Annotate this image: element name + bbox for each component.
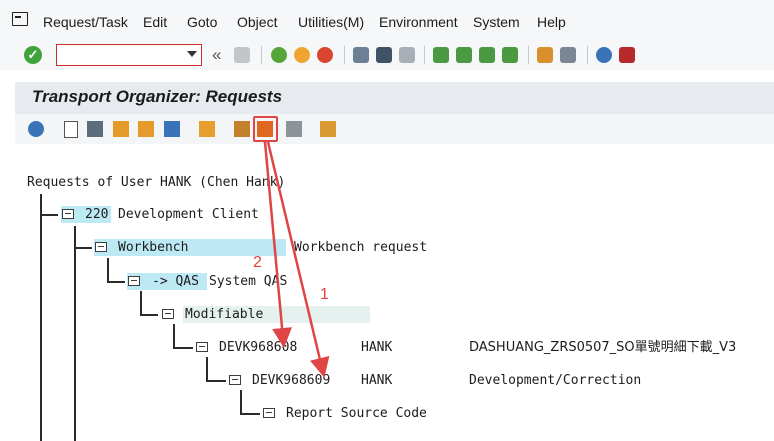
annotation-2: 2	[253, 254, 262, 271]
annotation-1: 1	[320, 286, 329, 303]
annotation-arrows	[263, 141, 330, 378]
